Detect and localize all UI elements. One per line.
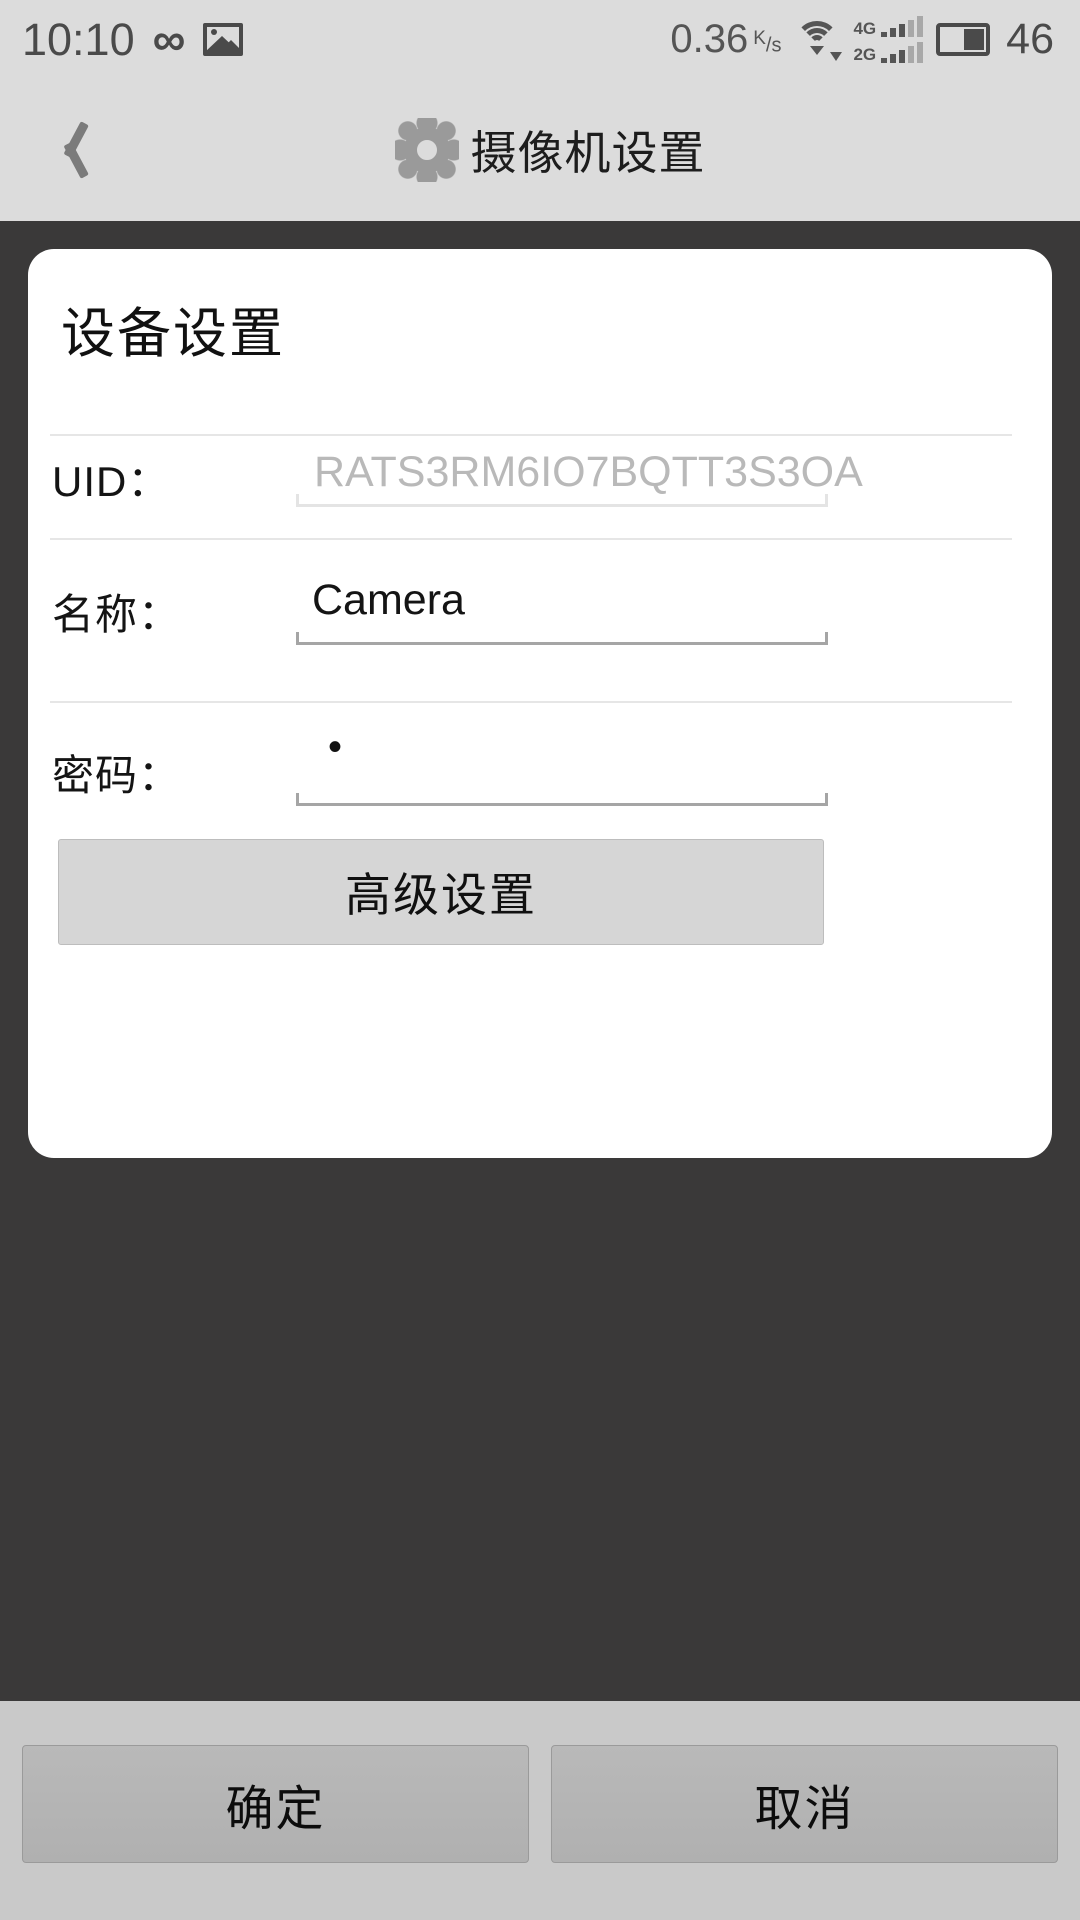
status-bar-left: 10:10 ∞ bbox=[22, 13, 244, 65]
divider-uid-name bbox=[50, 538, 1012, 540]
uid-value: RATS3RM6IO7BQTT3S3OA bbox=[314, 448, 863, 496]
advanced-settings-button[interactable]: 高级设置 bbox=[58, 839, 824, 945]
cancel-button[interactable]: 取消 bbox=[551, 1745, 1058, 1863]
network-speed: 0.36 K/s bbox=[670, 17, 781, 62]
status-bar: 10:10 ∞ 0.36 K/s 4G 2G 46 bbox=[0, 0, 1080, 78]
card-title: 设备设置 bbox=[61, 304, 285, 364]
name-input-underline[interactable] bbox=[296, 632, 828, 645]
signal-bars: 4G 2G bbox=[853, 15, 924, 64]
sim2-signal: 2G bbox=[853, 41, 924, 64]
content-area: 设备设置 UID： RATS3RM6IO7BQTT3S3OA 名称： 密码： • bbox=[0, 221, 1080, 1701]
wifi-icon bbox=[794, 19, 843, 61]
device-settings-card: 设备设置 UID： RATS3RM6IO7BQTT3S3OA 名称： 密码： • bbox=[28, 249, 1052, 1158]
infinity-icon: ∞ bbox=[152, 13, 186, 65]
name-input[interactable] bbox=[296, 576, 828, 635]
password-value[interactable]: • bbox=[328, 727, 342, 767]
confirm-button[interactable]: 确定 bbox=[22, 1745, 529, 1863]
back-chevron-icon bbox=[47, 119, 83, 181]
title-bar: 摄像机设置 bbox=[0, 78, 1080, 221]
uid-label: UID： bbox=[52, 458, 171, 505]
sim1-label: 4G bbox=[853, 19, 877, 38]
page-title: 摄像机设置 bbox=[470, 126, 706, 179]
battery-level: 46 bbox=[1006, 14, 1054, 63]
sim1-signal: 4G bbox=[853, 15, 924, 38]
bottom-action-bar: 确定 取消 bbox=[0, 1701, 1080, 1920]
back-button[interactable] bbox=[0, 78, 130, 221]
uid-input-underline[interactable] bbox=[296, 494, 828, 507]
battery-icon bbox=[936, 22, 991, 56]
divider-top bbox=[50, 434, 1012, 436]
network-speed-unit: K/s bbox=[753, 27, 782, 57]
divider-name-password bbox=[50, 701, 1012, 703]
status-bar-right: 0.36 K/s 4G 2G 46 bbox=[670, 15, 1054, 64]
gear-icon bbox=[394, 117, 459, 182]
gallery-icon bbox=[203, 22, 244, 56]
password-label: 密码： bbox=[52, 752, 182, 799]
title-center: 摄像机设置 bbox=[130, 117, 970, 183]
name-label: 名称： bbox=[52, 591, 182, 638]
password-input-underline[interactable] bbox=[296, 793, 828, 806]
sim2-label: 2G bbox=[853, 45, 877, 64]
status-clock: 10:10 bbox=[22, 13, 135, 65]
network-speed-value: 0.36 bbox=[670, 16, 749, 61]
